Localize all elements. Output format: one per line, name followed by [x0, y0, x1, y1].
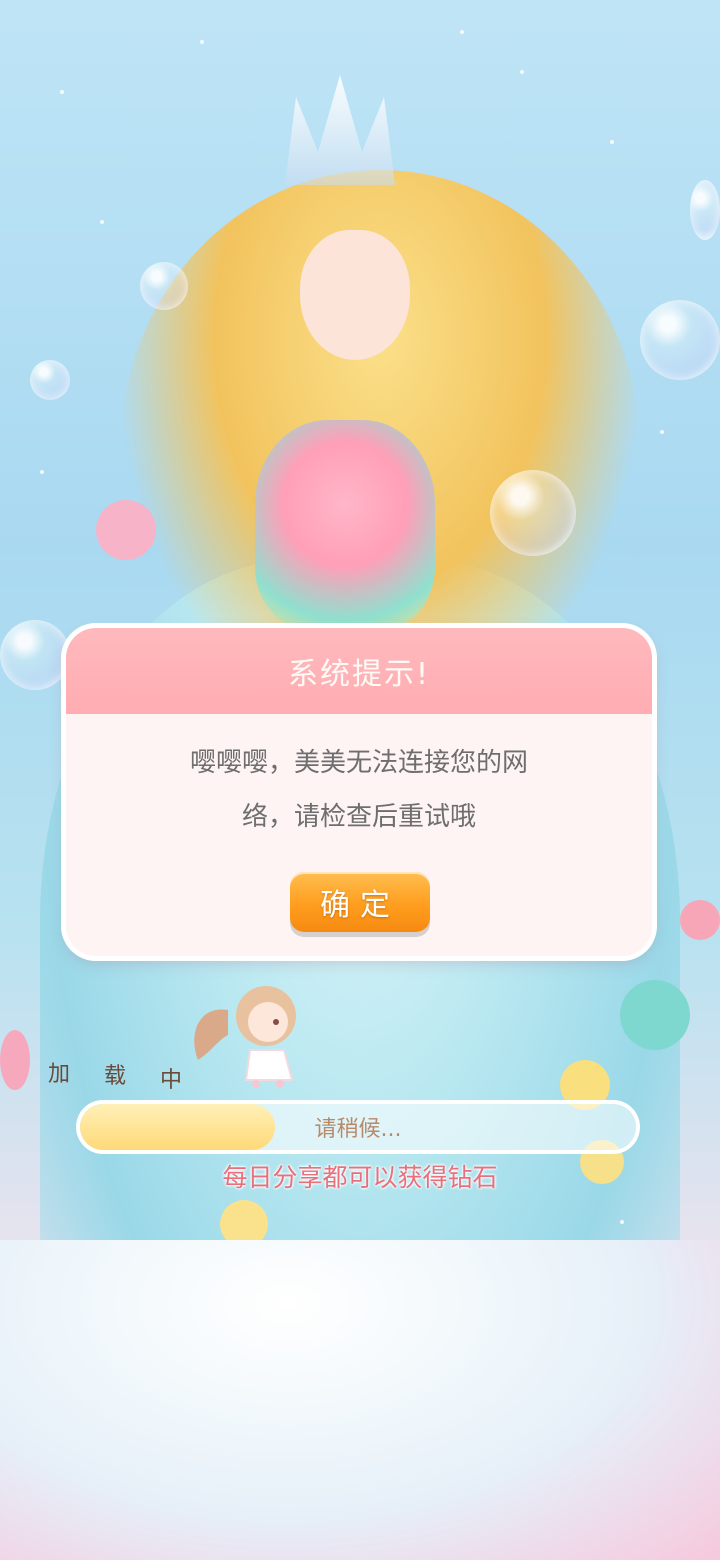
- sparkle: [610, 140, 614, 144]
- loading-char: 中: [160, 1068, 183, 1093]
- sparkle: [100, 220, 104, 224]
- dialog-message-line: 络，请检查后重试哦: [241, 802, 476, 832]
- bubble: [0, 620, 70, 690]
- bubble: [690, 180, 720, 240]
- loading-progress-bar: 请稍候...: [80, 1104, 636, 1150]
- loading-tip: 每日分享都可以获得钻石: [222, 1163, 498, 1192]
- flower: [680, 900, 720, 940]
- bubble: [490, 470, 576, 556]
- loading-label: 加 载 中: [48, 1050, 198, 1093]
- sparkle: [660, 430, 664, 434]
- flower: [96, 500, 156, 560]
- bodice-illustration: [255, 420, 435, 630]
- dress-ruffles: [0, 1240, 720, 1560]
- dialog-header: 系统提示!: [66, 628, 652, 714]
- system-alert-dialog: 系统提示! 嘤嘤嘤，美美无法连接您的网 络，请检查后重试哦 确定: [66, 628, 652, 956]
- bubble: [140, 262, 188, 310]
- crown-illustration: [285, 75, 395, 185]
- sparkle: [60, 90, 64, 94]
- sparkle: [40, 470, 44, 474]
- dialog-message-line: 嘤嘤嘤，美美无法连接您的网: [189, 748, 528, 778]
- loading-char: 载: [104, 1064, 127, 1089]
- bubble: [640, 300, 720, 380]
- flower: [620, 980, 690, 1050]
- dialog-title: 系统提示!: [287, 657, 431, 692]
- flower: [560, 1060, 610, 1110]
- dialog-message: 嘤嘤嘤，美美无法连接您的网 络，请检查后重试哦: [156, 736, 562, 844]
- bubble: [30, 360, 70, 400]
- sparkle: [200, 40, 204, 44]
- princess-face: [300, 230, 410, 360]
- flower: [0, 1030, 30, 1090]
- chibi-mascot-icon: [194, 986, 296, 1088]
- sparkle: [460, 30, 464, 34]
- progress-text: 请稍候...: [314, 1117, 402, 1142]
- sparkle: [620, 1220, 624, 1224]
- loading-char: 加: [48, 1062, 71, 1087]
- confirm-button[interactable]: 确定: [290, 872, 430, 932]
- sparkle: [520, 70, 524, 74]
